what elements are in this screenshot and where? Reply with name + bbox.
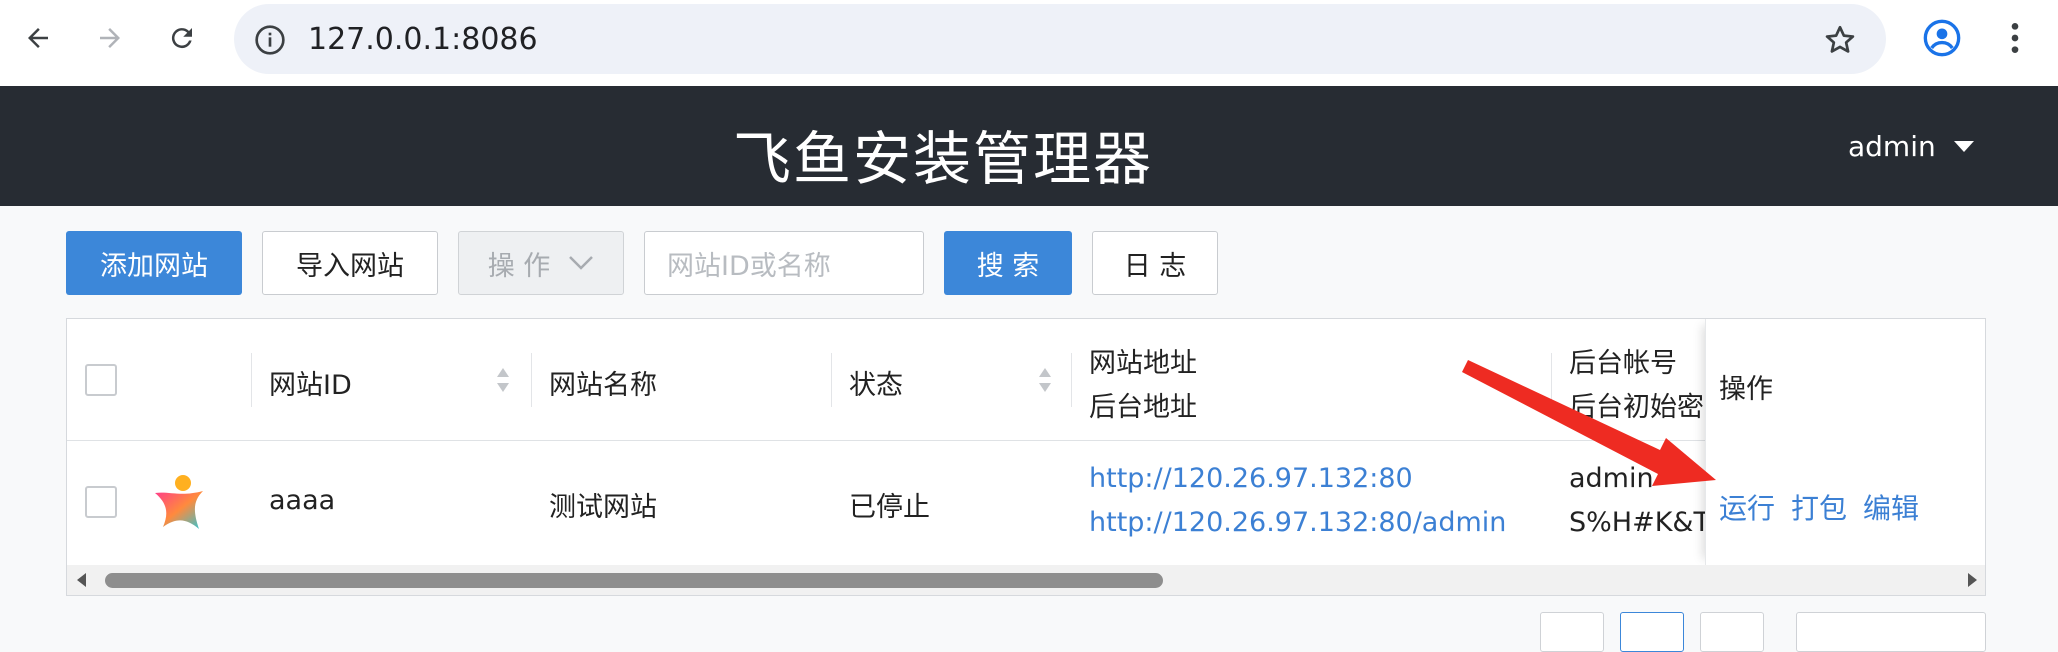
chevron-down-icon	[569, 256, 594, 270]
header-admin-url: 后台地址	[1089, 392, 1197, 423]
header-site-id[interactable]: 网站ID	[269, 363, 352, 402]
run-link[interactable]: 运行	[1719, 487, 1775, 527]
import-site-button[interactable]: 导入网站	[262, 231, 438, 295]
user-name[interactable]: admin	[1848, 130, 1936, 163]
header-status[interactable]: 状态	[849, 363, 903, 402]
reload-icon[interactable]	[162, 18, 202, 58]
row-checkbox[interactable]	[85, 486, 117, 518]
header-site-name: 网站名称	[549, 370, 657, 401]
cell-status: 已停止	[849, 492, 930, 523]
horizontal-scrollbar[interactable]	[67, 565, 1985, 595]
sort-icon[interactable]	[1037, 365, 1053, 395]
site-info-icon[interactable]	[254, 24, 286, 56]
app-header: 飞鱼安装管理器 admin	[0, 86, 2058, 206]
operations-dropdown[interactable]: 操 作	[458, 231, 624, 295]
add-site-button[interactable]: 添加网站	[66, 231, 242, 295]
browser-menu-icon[interactable]	[1995, 18, 2035, 58]
site-url-link[interactable]: http://120.26.97.132:80	[1089, 463, 1413, 494]
cell-site-name: 测试网站	[549, 492, 657, 523]
sort-icon[interactable]	[495, 365, 511, 395]
user-menu[interactable]: admin	[1848, 130, 1974, 163]
sites-table: 网站ID 网站名称 状态 网站地址 后台地址 后台帐号 后台初始密 aaaa 测…	[66, 318, 1986, 596]
select-all-checkbox[interactable]	[85, 364, 117, 396]
header-admin-password: 后台初始密	[1569, 392, 1704, 423]
caret-down-icon[interactable]	[1953, 141, 1974, 152]
search-input[interactable]: 网站ID或名称	[644, 231, 924, 295]
app-title: 飞鱼安装管理器	[732, 125, 1153, 193]
address-bar[interactable]: 127.0.0.1:8086	[234, 4, 1886, 74]
column-divider	[1551, 353, 1552, 407]
bookmark-star-icon[interactable]	[1822, 22, 1858, 58]
page-current-button[interactable]	[1620, 612, 1684, 652]
forward-icon[interactable]	[90, 18, 130, 58]
column-divider	[531, 353, 532, 407]
site-logo-icon	[155, 475, 203, 529]
edit-link[interactable]: 编辑	[1863, 487, 1919, 527]
scroll-right-icon[interactable]	[1968, 573, 1977, 587]
table-header: 网站ID 网站名称 状态 网站地址 后台地址 后台帐号 后台初始密	[67, 319, 1985, 441]
cell-password: S%H#K&Tb	[1569, 507, 1728, 538]
header-site-url: 网站地址	[1089, 348, 1197, 379]
url-text[interactable]: 127.0.0.1:8086	[308, 22, 538, 57]
header-admin-account: 后台帐号	[1569, 348, 1677, 379]
actions-column	[1705, 319, 1985, 565]
pack-link[interactable]: 打包	[1791, 487, 1847, 527]
column-divider	[251, 353, 252, 407]
admin-url-link[interactable]: http://120.26.97.132:80/admin	[1089, 507, 1506, 538]
cell-site-id: aaaa	[269, 485, 336, 516]
profile-icon[interactable]	[1922, 18, 1962, 58]
search-button[interactable]: 搜 索	[944, 231, 1072, 295]
operations-label: 操 作	[487, 250, 551, 282]
cell-account: admin	[1569, 463, 1654, 494]
scrollbar-thumb[interactable]	[105, 573, 1163, 588]
log-button[interactable]: 日 志	[1092, 231, 1218, 295]
page-prev-button[interactable]	[1540, 612, 1604, 652]
browser-toolbar: 127.0.0.1:8086	[0, 0, 2058, 86]
back-icon[interactable]	[18, 18, 58, 58]
table-row: aaaa 测试网站 已停止 http://120.26.97.132:80 ht…	[67, 441, 1985, 566]
header-actions: 操作	[1719, 374, 1773, 405]
scroll-left-icon[interactable]	[77, 573, 86, 587]
column-divider	[831, 353, 832, 407]
page-size-select[interactable]	[1796, 612, 1986, 652]
page-next-button[interactable]	[1700, 612, 1764, 652]
column-divider	[1071, 353, 1072, 407]
